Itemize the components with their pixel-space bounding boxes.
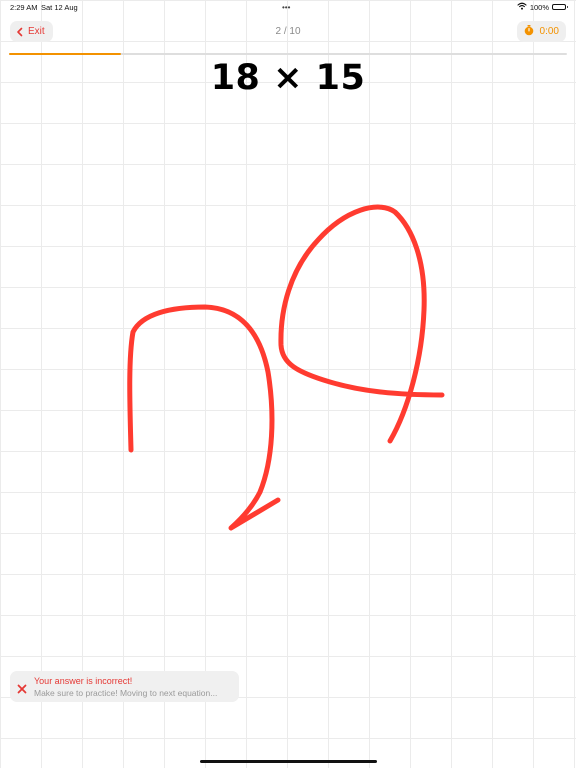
feedback-message: Make sure to practice! Moving to next eq… xyxy=(34,688,218,698)
handwriting-canvas[interactable] xyxy=(0,0,576,768)
home-indicator[interactable] xyxy=(200,760,377,763)
practice-screen: 2:29 AM Sat 12 Aug ••• 100% Exit 2 / 10 … xyxy=(0,0,576,768)
feedback-toast: Your answer is incorrect! Make sure to p… xyxy=(10,671,239,702)
ink-stroke xyxy=(127,304,281,531)
close-icon xyxy=(17,681,27,699)
ink-stroke xyxy=(278,204,445,444)
feedback-title: Your answer is incorrect! xyxy=(34,676,133,686)
